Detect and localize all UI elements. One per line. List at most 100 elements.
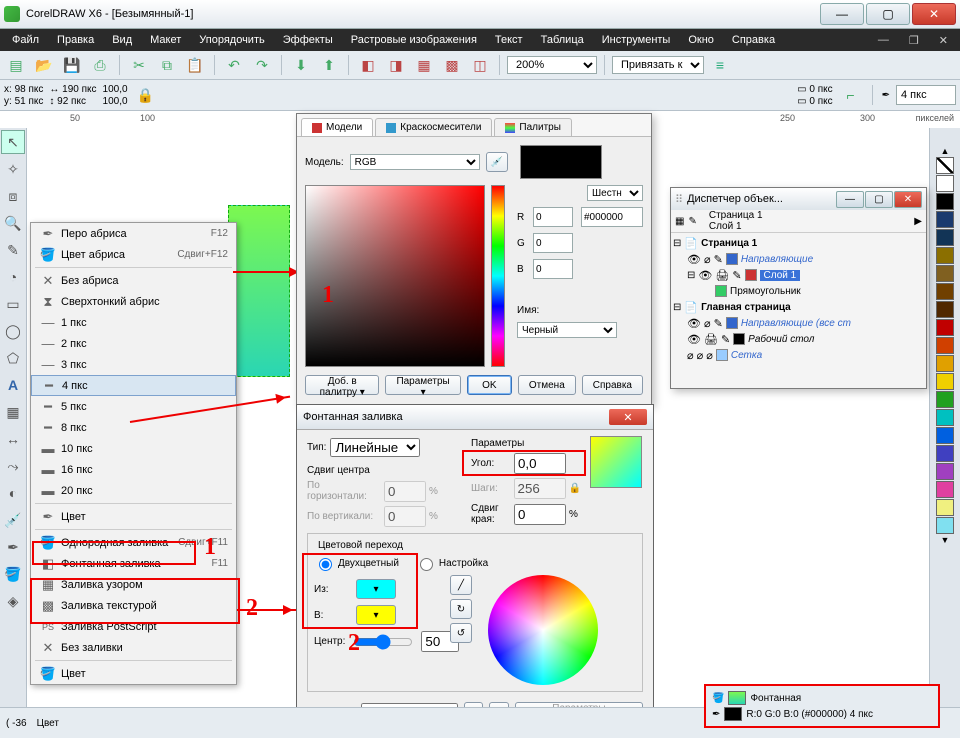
color-swatch[interactable]: [936, 391, 954, 408]
to-color-button[interactable]: ▾: [356, 605, 396, 625]
path-cw-icon[interactable]: ↻: [450, 599, 472, 619]
app3-icon[interactable]: ▦: [412, 53, 436, 77]
table-tool-icon[interactable]: ▦: [1, 400, 25, 424]
cut-icon[interactable]: ✂: [127, 53, 151, 77]
fill-tool-icon[interactable]: 🪣: [1, 562, 25, 586]
center-slider[interactable]: [353, 634, 413, 650]
color-swatch[interactable]: [936, 193, 954, 210]
hex-mode-select[interactable]: Шестн: [587, 185, 643, 201]
snap-opts-icon[interactable]: ≡: [708, 53, 732, 77]
two-color-radio[interactable]: Двухцветный: [314, 555, 399, 571]
mi-thin[interactable]: ⧗Сверхтонкий абрис: [31, 291, 236, 312]
app2-icon[interactable]: ◨: [384, 53, 408, 77]
color-swatch[interactable]: [936, 265, 954, 282]
menu-layout[interactable]: Макет: [142, 32, 189, 48]
hue-bar[interactable]: [491, 185, 505, 367]
smartfill-tool-icon[interactable]: ◔: [1, 265, 25, 289]
menu-help[interactable]: Справка: [724, 32, 783, 48]
layer-edit-icon[interactable]: ✎: [688, 216, 696, 227]
mi-2px[interactable]: —2 пкс: [31, 333, 236, 354]
path-straight-icon[interactable]: ╱: [450, 575, 472, 595]
from-color-button[interactable]: ▾: [356, 579, 396, 599]
color-swatch[interactable]: [936, 337, 954, 354]
menu-bitmaps[interactable]: Растровые изображения: [343, 32, 485, 48]
menu-text[interactable]: Текст: [487, 32, 531, 48]
objmgr-close-icon[interactable]: ✕: [894, 191, 922, 208]
model-select[interactable]: RGB: [350, 154, 480, 170]
tree-guides[interactable]: 👁⌀✎Направляющие: [673, 251, 924, 267]
app4-icon[interactable]: ▩: [440, 53, 464, 77]
close-button[interactable]: ✕: [912, 3, 956, 25]
export-icon[interactable]: ⬆: [317, 53, 341, 77]
angle-input[interactable]: [514, 453, 566, 474]
objmgr-max-icon[interactable]: ▢: [865, 191, 893, 208]
menu-window[interactable]: Окно: [680, 32, 722, 48]
outline-tool-icon[interactable]: ✒: [1, 535, 25, 559]
color-swatch[interactable]: [936, 517, 954, 534]
color-swatch[interactable]: [936, 247, 954, 264]
add-palette-button[interactable]: Доб. в палитру ▾: [305, 375, 379, 395]
redo-icon[interactable]: ↷: [250, 53, 274, 77]
mi-no-fill[interactable]: ✕Без заливки: [31, 637, 236, 658]
r-input[interactable]: [533, 207, 573, 227]
mi-3px[interactable]: —3 пкс: [31, 354, 236, 375]
menu-table[interactable]: Таблица: [533, 32, 592, 48]
undo-icon[interactable]: ↶: [222, 53, 246, 77]
palette-down-icon[interactable]: ▼: [941, 535, 950, 545]
menu-tools[interactable]: Инструменты: [594, 32, 679, 48]
tab-models[interactable]: Модели: [301, 118, 373, 136]
ellipse-tool-icon[interactable]: ◯: [1, 319, 25, 343]
tree-master[interactable]: ⊟📄Главная страница: [673, 299, 924, 315]
tree-desktop[interactable]: 👁🖨✎Рабочий стол: [673, 331, 924, 347]
palette-up-icon[interactable]: ▲: [941, 146, 950, 156]
import-icon[interactable]: ⬇: [289, 53, 313, 77]
mdi-restore-icon[interactable]: ❐: [901, 32, 927, 49]
color-swatch[interactable]: [936, 211, 954, 228]
color-swatch[interactable]: [936, 373, 954, 390]
new-icon[interactable]: ▤: [4, 53, 28, 77]
color-cancel-button[interactable]: Отмена: [518, 375, 576, 395]
layer-view-icon[interactable]: ▦: [675, 216, 684, 227]
rectangle-tool-icon[interactable]: ▭: [1, 292, 25, 316]
menu-view[interactable]: Вид: [104, 32, 140, 48]
mi-pattern-fill[interactable]: ▦Заливка узором: [31, 574, 236, 595]
color-swatch[interactable]: [936, 463, 954, 480]
mi-outline-color[interactable]: 🪣Цвет абрисаСдвиг+F12: [31, 244, 236, 265]
polygon-tool-icon[interactable]: ⬠: [1, 346, 25, 370]
mi-pen[interactable]: ✒Перо абрисаF12: [31, 223, 236, 244]
corner-icon[interactable]: ⌐: [839, 83, 863, 107]
mi-color[interactable]: ✒Цвет: [31, 506, 236, 527]
zoom-tool-icon[interactable]: 🔍: [1, 211, 25, 235]
color-swatch[interactable]: [936, 283, 954, 300]
tree-guides-all[interactable]: 👁⌀✎Направляющие (все ст: [673, 315, 924, 331]
mi-10px[interactable]: ▬10 пкс: [31, 438, 236, 459]
open-icon[interactable]: 📂: [32, 53, 56, 77]
freehand-tool-icon[interactable]: ✎: [1, 238, 25, 262]
custom-radio[interactable]: Настройка: [415, 555, 488, 571]
selected-rectangle[interactable]: [228, 205, 290, 377]
tree-page1[interactable]: ⊟📄Страница 1: [673, 235, 924, 251]
eyedropper-tool-icon[interactable]: 💉: [1, 508, 25, 532]
print-icon[interactable]: ⎙: [88, 53, 112, 77]
mi-no-outline[interactable]: ✕Без абриса: [31, 270, 236, 291]
color-swatch[interactable]: [936, 427, 954, 444]
params-button[interactable]: Параметры ▾: [385, 375, 460, 395]
path-ccw-icon[interactable]: ↺: [450, 623, 472, 643]
mi-4px[interactable]: ━4 пкс: [31, 375, 236, 396]
tree-grid[interactable]: ⌀⌀⌀Сетка: [673, 347, 924, 363]
color-swatch[interactable]: [936, 229, 954, 246]
color-swatch[interactable]: [936, 319, 954, 336]
effects-tool-icon[interactable]: ◐: [1, 481, 25, 505]
lock-ratio-icon[interactable]: 🔒: [134, 83, 158, 107]
color-field[interactable]: [305, 185, 485, 367]
snap-select[interactable]: Привязать к: [612, 56, 704, 74]
b-input[interactable]: [533, 259, 573, 279]
color-wheel[interactable]: [488, 575, 598, 685]
objmgr-min-icon[interactable]: —: [836, 191, 864, 208]
color-help-button[interactable]: Справка: [582, 375, 643, 395]
color-swatch[interactable]: [936, 355, 954, 372]
color-swatch[interactable]: [936, 301, 954, 318]
dimension-tool-icon[interactable]: ↔: [1, 427, 25, 451]
color-swatch[interactable]: [936, 409, 954, 426]
text-tool-icon[interactable]: A: [1, 373, 25, 397]
